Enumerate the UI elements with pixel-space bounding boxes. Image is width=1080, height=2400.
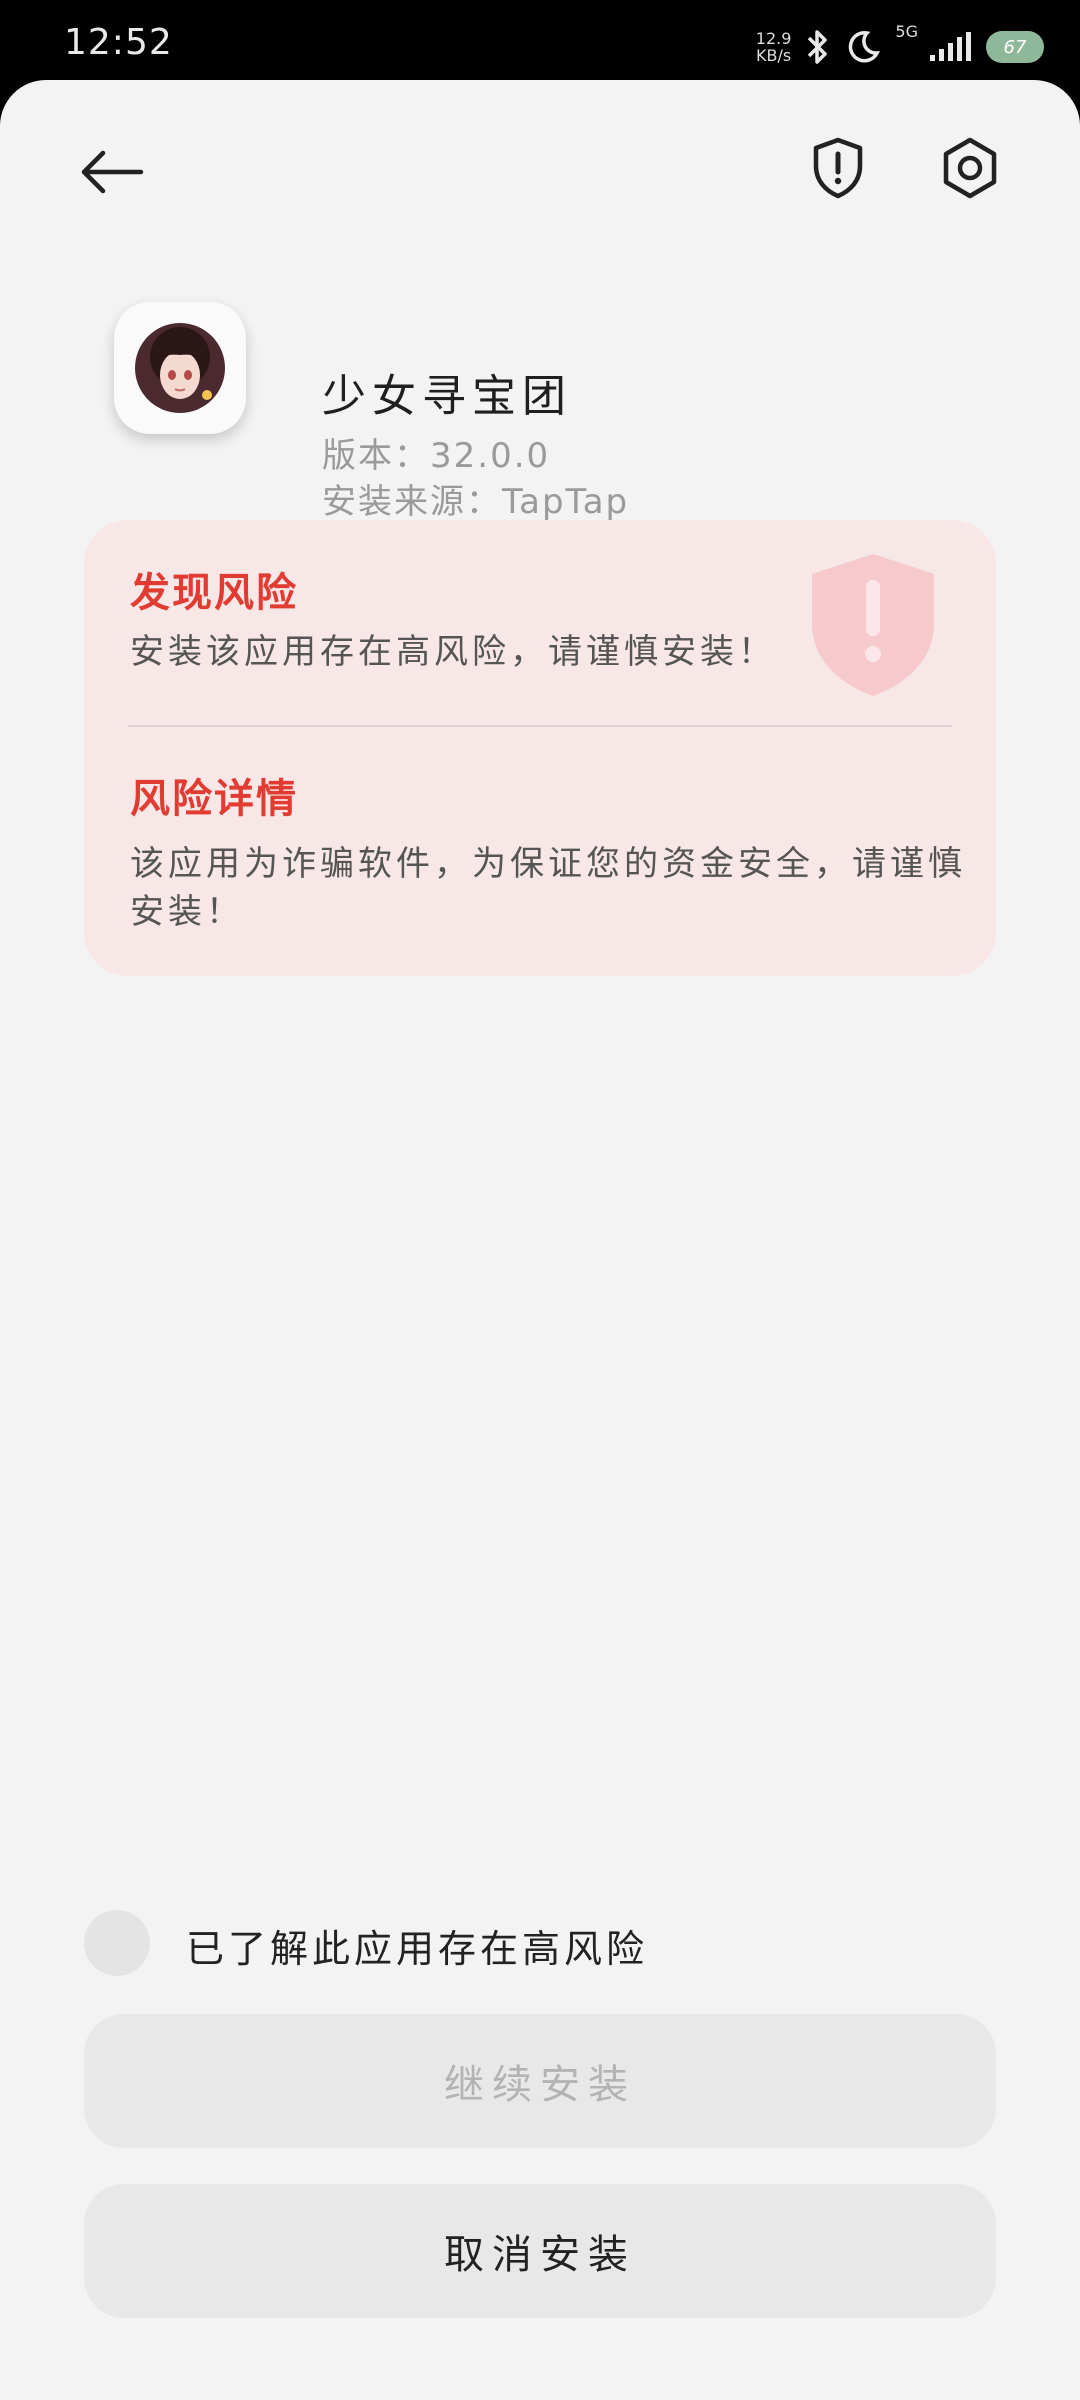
status-bar: 12:52 12.9 KB/s 5G 67 <box>0 0 1080 82</box>
back-button[interactable] <box>72 132 152 212</box>
app-avatar <box>135 323 225 413</box>
status-time: 12:52 <box>64 22 173 63</box>
risk-found-title: 发现风险 <box>130 570 298 616</box>
network-type: 5G <box>895 22 918 41</box>
divider <box>128 725 952 727</box>
app-version: 版本：32.0.0 <box>322 436 551 476</box>
continue-install-button[interactable]: 继续安装 <box>84 2014 996 2148</box>
bluetooth-icon <box>805 27 831 67</box>
acknowledge-label[interactable]: 已了解此应用存在高风险 <box>186 1918 648 1973</box>
risk-details-title: 风险详情 <box>130 776 298 822</box>
risk-found-text: 安装该应用存在高风险，请谨慎安装！ <box>130 632 776 672</box>
battery-icon: 67 <box>986 31 1044 63</box>
risk-card: 发现风险 安装该应用存在高风险，请谨慎安装！ 风险详情 该应用为诈骗软件，为保证… <box>84 520 996 976</box>
back-arrow-icon <box>81 150 144 194</box>
network-speed: 12.9 KB/s <box>756 30 792 64</box>
install-source: 安装来源：TapTap <box>322 482 630 522</box>
shield-alert-icon <box>813 137 863 199</box>
install-sheet: 少女寻宝团 版本：32.0.0 安装来源：TapTap 发现风险 安装该应用存在… <box>0 80 1080 2400</box>
settings-hex-icon <box>943 137 997 199</box>
app-icon <box>114 302 246 434</box>
network-speed-unit: KB/s <box>756 46 792 65</box>
status-icons: 12.9 KB/s 5G 67 <box>756 22 1044 72</box>
settings-button[interactable] <box>930 128 1010 208</box>
moon-icon <box>845 29 881 65</box>
security-button[interactable] <box>798 128 878 208</box>
signal-icon <box>928 31 972 63</box>
shield-warning-icon <box>812 554 934 696</box>
cancel-install-button[interactable]: 取消安装 <box>84 2184 996 2318</box>
network-speed-value: 12.9 <box>755 29 792 48</box>
acknowledge-radio[interactable] <box>84 1910 150 1976</box>
app-name: 少女寻宝团 <box>322 371 572 422</box>
risk-details-text: 该应用为诈骗软件，为保证您的资金安全，请谨慎安装！ <box>130 844 966 932</box>
